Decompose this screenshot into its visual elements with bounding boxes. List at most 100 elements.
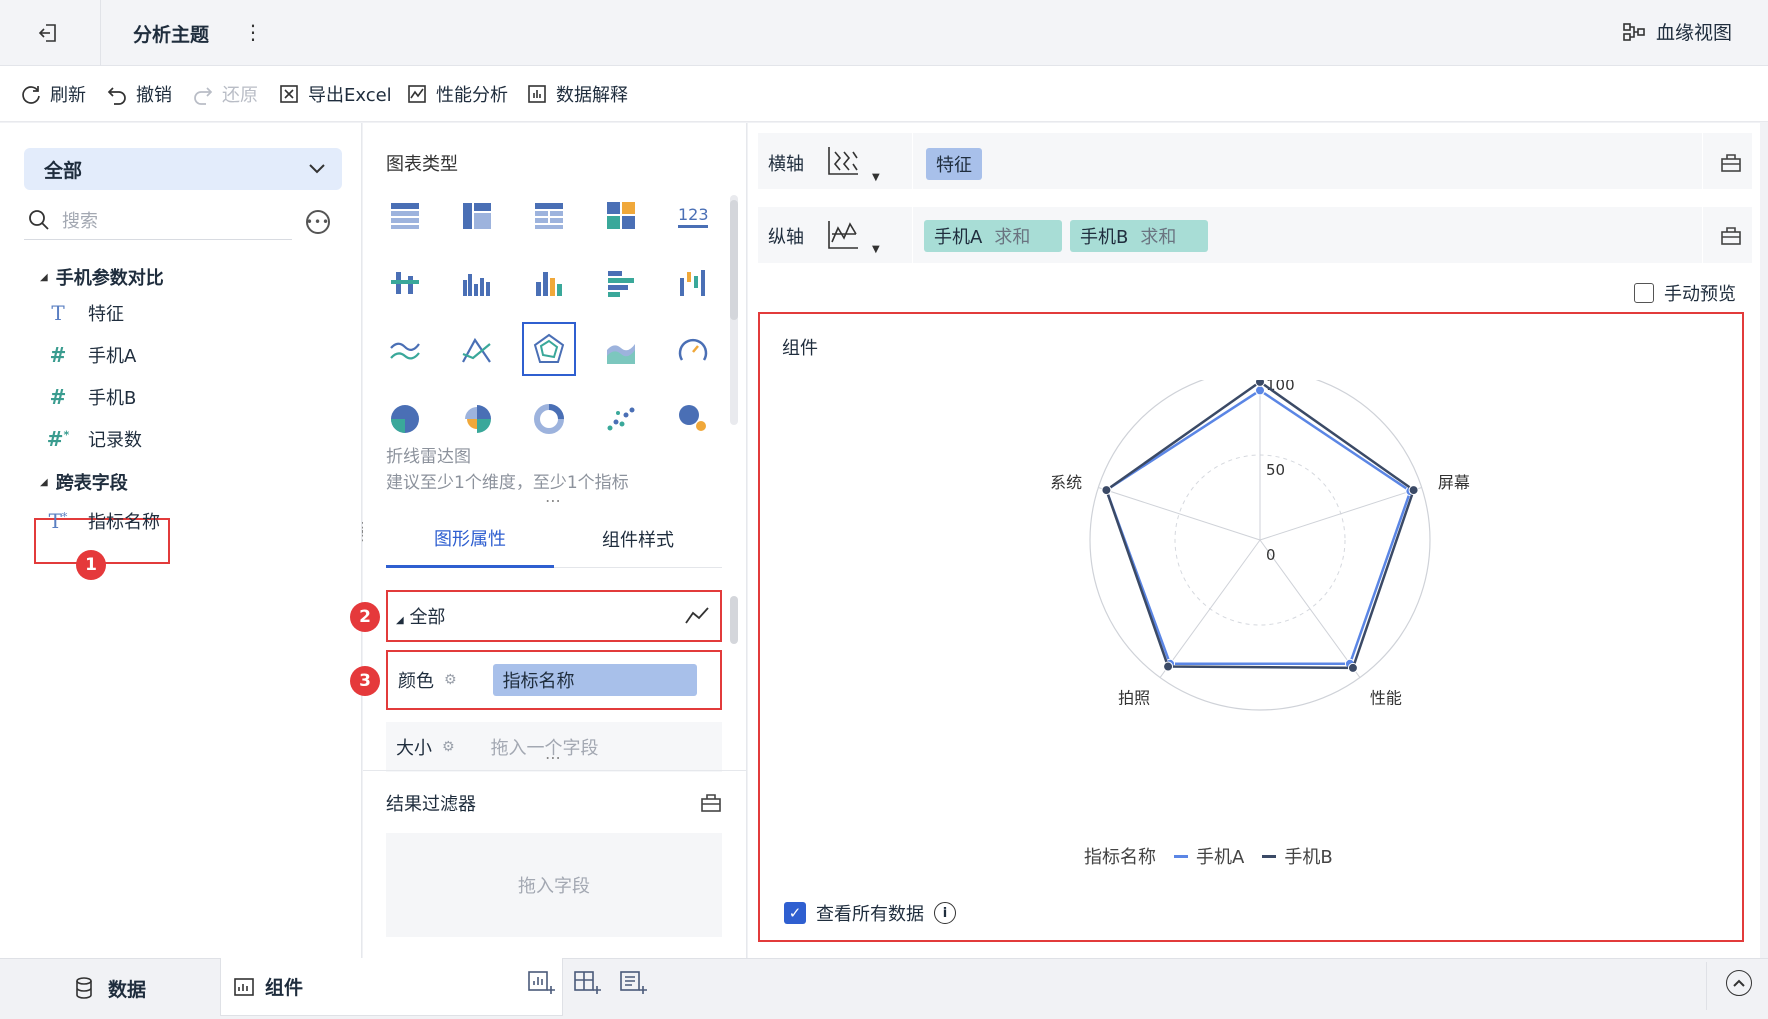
tab-data[interactable]: 数据 bbox=[70, 962, 220, 1014]
line-chart-icon[interactable] bbox=[684, 605, 710, 627]
radar-tick-label: 50 bbox=[1266, 461, 1285, 479]
chart-type-scrollbar-thumb[interactable] bbox=[730, 200, 738, 320]
add-component-icon[interactable] bbox=[526, 968, 556, 998]
redo-button[interactable]: 还原 bbox=[192, 80, 258, 108]
manual-preview-toggle[interactable]: 手动预览 bbox=[1634, 280, 1736, 306]
field-metric-name[interactable]: T* 指标名称 bbox=[46, 508, 160, 534]
y-field-name: 手机B bbox=[1080, 227, 1129, 248]
chart-type-area-icon[interactable] bbox=[596, 326, 646, 376]
chart-type-waterfall-icon[interactable] bbox=[668, 258, 718, 308]
field-label: 手机B bbox=[88, 388, 137, 409]
section-resize-handle[interactable]: ⋯ bbox=[542, 493, 566, 509]
field-phone-a[interactable]: # 手机A bbox=[46, 342, 137, 368]
chart-type-line-icon[interactable] bbox=[380, 326, 430, 376]
more-options-icon[interactable]: ••• bbox=[306, 210, 330, 234]
x-axis-field-pill[interactable]: 特征 bbox=[926, 148, 982, 180]
toolbox-icon[interactable] bbox=[1720, 152, 1742, 174]
redo-label: 还原 bbox=[222, 85, 258, 106]
group-phone-compare[interactable]: ◢ 手机参数对比 bbox=[40, 264, 164, 290]
page-title: 分析主题 bbox=[133, 24, 210, 46]
highlight-box-2[interactable]: ◢ 全部 bbox=[386, 590, 722, 642]
chart-type-horizontal-bar-icon[interactable] bbox=[596, 258, 646, 308]
collapse-triangle-icon: ◢ bbox=[40, 271, 48, 283]
chart-type-crosstab-icon[interactable] bbox=[452, 190, 502, 240]
search-icon bbox=[29, 209, 49, 230]
add-report-icon[interactable] bbox=[618, 968, 648, 998]
y-axis-caret-icon[interactable]: ▼ bbox=[872, 244, 880, 255]
performance-analysis-button[interactable]: 性能分析 bbox=[406, 80, 508, 108]
manual-preview-checkbox[interactable] bbox=[1634, 283, 1654, 303]
collapse-panel-button[interactable] bbox=[1726, 970, 1752, 996]
refresh-label: 刷新 bbox=[50, 85, 86, 106]
tab-shape-properties[interactable]: 图形属性 bbox=[386, 510, 554, 568]
toolbox-icon[interactable] bbox=[700, 792, 722, 814]
chart-type-treemap-icon[interactable] bbox=[596, 190, 646, 240]
chart-type-line-radar-icon[interactable] bbox=[522, 322, 576, 376]
group-title: 手机参数对比 bbox=[55, 268, 164, 289]
filter-drop-zone[interactable]: 拖入字段 bbox=[386, 833, 722, 937]
search-input[interactable]: 搜索 bbox=[24, 200, 292, 240]
undo-button[interactable]: 撤销 bbox=[106, 80, 172, 108]
y-axis-sort-icon[interactable] bbox=[826, 218, 860, 252]
export-excel-button[interactable]: 导出Excel bbox=[278, 80, 392, 108]
data-explain-button[interactable]: 数据解释 bbox=[526, 80, 628, 108]
scope-value: 全部 bbox=[44, 159, 83, 182]
field-feature[interactable]: T 特征 bbox=[46, 300, 124, 326]
refresh-button[interactable]: 刷新 bbox=[20, 80, 86, 108]
lineage-view-button[interactable]: 血缘视图 bbox=[1622, 18, 1732, 45]
group-title: 跨表字段 bbox=[55, 473, 128, 494]
scope-select[interactable]: 全部 bbox=[24, 148, 342, 190]
view-all-checkbox[interactable]: ✓ bbox=[784, 902, 806, 924]
chart-type-donut-icon[interactable] bbox=[524, 394, 574, 444]
tab-component[interactable]: 组件 bbox=[220, 958, 563, 1016]
x-axis-caret-icon[interactable]: ▼ bbox=[872, 172, 880, 183]
radar-category-label: 性能 bbox=[1370, 688, 1402, 707]
step-badge-2: 2 bbox=[350, 602, 380, 632]
y-axis-label: 纵轴 bbox=[768, 227, 804, 248]
color-field-pill[interactable]: 指标名称 bbox=[492, 664, 697, 696]
x-axis-sort-icon[interactable] bbox=[826, 144, 860, 178]
add-layout-icon[interactable] bbox=[572, 968, 602, 998]
chart-type-gauge-icon[interactable] bbox=[668, 326, 718, 376]
field-phone-b[interactable]: # 手机B bbox=[46, 384, 137, 410]
chart-type-multi-bar-icon[interactable] bbox=[452, 258, 502, 308]
chart-type-polyline-icon[interactable] bbox=[452, 326, 502, 376]
tab-component-style[interactable]: 组件样式 bbox=[554, 510, 722, 568]
y-field-aggregation: 求和 bbox=[1140, 227, 1177, 248]
chart-type-kpi-icon[interactable]: 123 bbox=[668, 190, 718, 240]
chart-type-rose-icon[interactable] bbox=[452, 394, 502, 444]
field-record-count[interactable]: #* 记录数 bbox=[46, 426, 142, 452]
title-more-button[interactable]: ⋮ bbox=[243, 18, 263, 46]
toolbar bbox=[0, 66, 1768, 122]
chart-type-table-icon[interactable] bbox=[380, 190, 430, 240]
field-label: 手机A bbox=[88, 346, 137, 367]
performance-icon bbox=[408, 85, 426, 103]
legend-item-phone-a[interactable]: 手机A bbox=[1174, 843, 1244, 869]
radar-spoke bbox=[1159, 539, 1261, 678]
filter-resize-handle[interactable]: ⋯ bbox=[542, 750, 566, 766]
field-label: 记录数 bbox=[88, 430, 142, 451]
legend-swatch bbox=[1262, 854, 1277, 858]
legend-item-phone-b[interactable]: 手机B bbox=[1262, 843, 1333, 869]
group-cross-table[interactable]: ◢ 跨表字段 bbox=[40, 469, 128, 495]
toolbox-icon[interactable] bbox=[1720, 225, 1742, 247]
chart-legend: 指标名称 手机A 手机B bbox=[1084, 843, 1333, 869]
chart-type-bubble-icon[interactable] bbox=[668, 394, 718, 444]
chart-type-grouped-bar-icon[interactable] bbox=[380, 258, 430, 308]
chart-type-bar-icon[interactable] bbox=[524, 258, 574, 308]
chart-type-pie-icon[interactable] bbox=[380, 394, 430, 444]
gear-icon[interactable]: ⚙ bbox=[442, 739, 455, 755]
info-icon[interactable]: i bbox=[934, 902, 956, 924]
gear-icon[interactable]: ⚙ bbox=[444, 672, 457, 688]
calc-text-field-icon: T* bbox=[48, 509, 68, 533]
undo-icon bbox=[107, 87, 126, 105]
back-button[interactable] bbox=[30, 16, 66, 50]
search-placeholder: 搜索 bbox=[62, 210, 98, 232]
properties-scrollbar-thumb[interactable] bbox=[730, 596, 738, 644]
y-axis-field-pill-a[interactable]: 手机A 求和 bbox=[924, 220, 1062, 252]
data-explain-label: 数据解释 bbox=[556, 85, 628, 106]
chart-type-detail-table-icon[interactable] bbox=[524, 190, 574, 240]
chart-type-scatter-icon[interactable] bbox=[596, 394, 646, 444]
view-all-data-toggle[interactable]: ✓ 查看所有数据 i bbox=[784, 900, 956, 926]
y-axis-field-pill-b[interactable]: 手机B 求和 bbox=[1070, 220, 1208, 252]
